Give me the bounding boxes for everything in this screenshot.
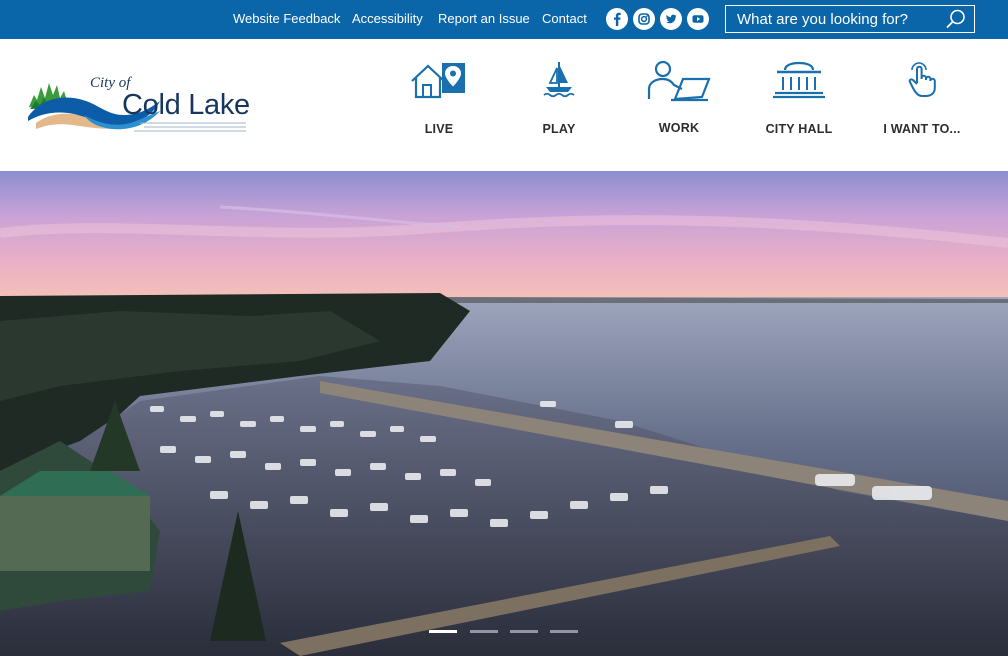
website-feedback-link[interactable]: Website Feedback	[233, 11, 340, 26]
site-search	[725, 5, 975, 33]
facebook-icon[interactable]	[606, 8, 628, 30]
accessibility-link[interactable]: Accessibility	[352, 11, 423, 26]
nav-label-play: PLAY	[542, 122, 576, 136]
slide-indicator-2[interactable]	[470, 630, 498, 633]
report-an-issue-link[interactable]: Report an Issue	[438, 11, 530, 26]
site-header: City of Cold Lake LIVE PLAY WORK CITY HA…	[0, 39, 1008, 171]
nav-label-i-want-to: I WANT TO...	[883, 122, 961, 136]
nav-item-play[interactable]: PLAY	[504, 59, 614, 139]
nav-label-work: WORK	[658, 121, 700, 135]
youtube-icon[interactable]	[687, 8, 709, 30]
sailboat-icon	[504, 59, 614, 105]
twitter-icon[interactable]	[660, 8, 682, 30]
contact-link[interactable]: Contact	[542, 11, 587, 26]
hero-slider	[0, 171, 1008, 656]
house-map-pin-icon	[384, 59, 494, 105]
nav-item-live[interactable]: LIVE	[384, 59, 494, 139]
slide-indicator-3[interactable]	[510, 630, 538, 633]
nav-label-live: LIVE	[424, 122, 454, 136]
search-input[interactable]	[726, 6, 942, 32]
hero-marina-image	[0, 171, 1008, 656]
nav-item-city-hall[interactable]: CITY HALL	[744, 59, 854, 139]
logo-city-name: Cold Lake	[122, 89, 250, 121]
slide-indicator-1[interactable]	[429, 630, 457, 633]
instagram-icon[interactable]	[633, 8, 655, 30]
nav-item-work[interactable]: WORK	[624, 59, 734, 139]
nav-item-i-want-to[interactable]: I WANT TO...	[867, 59, 977, 139]
person-laptop-icon	[624, 59, 734, 105]
utility-bar: Website Feedback Accessibility Report an…	[0, 0, 1008, 39]
slide-indicator-4[interactable]	[550, 630, 578, 633]
city-logo[interactable]: City of Cold Lake	[28, 71, 252, 141]
pointing-hand-icon	[867, 59, 977, 105]
nav-label-city-hall: CITY HALL	[765, 122, 833, 136]
city-hall-building-icon	[744, 59, 854, 105]
search-icon[interactable]	[944, 8, 968, 30]
